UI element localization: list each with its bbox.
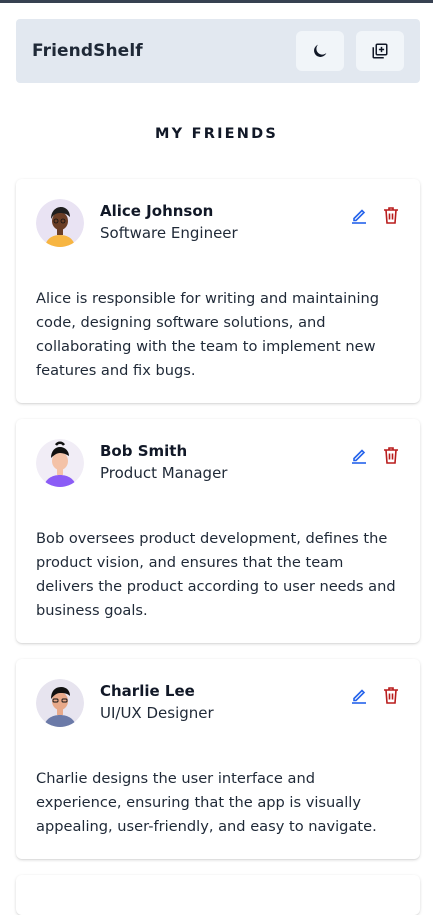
avatar (36, 199, 84, 247)
friend-name: Bob Smith (100, 442, 188, 460)
friend-card-header: Alice Johnson Software Engineer (36, 199, 400, 249)
add-friend-button[interactable] (356, 31, 404, 71)
avatar (36, 439, 84, 487)
edit-button[interactable] (350, 445, 368, 465)
friend-description: Alice is responsible for writing and mai… (36, 290, 380, 379)
card-actions (350, 205, 400, 225)
friend-role: Software Engineer (100, 224, 238, 242)
trash-icon (384, 687, 398, 704)
moon-icon (314, 44, 327, 57)
friend-card: Charlie Lee UI/UX Designer Charlie desig… (16, 659, 420, 859)
brand-title: FriendShelf (32, 41, 143, 61)
card-actions (350, 445, 400, 465)
app-header: FriendShelf (16, 19, 420, 83)
section-title: MY FRIENDS (155, 126, 278, 142)
friend-card-header: Bob Smith Product Manager (36, 439, 400, 489)
friend-role: Product Manager (100, 464, 228, 482)
delete-button[interactable] (382, 445, 400, 465)
friend-card: Alice Johnson Software Engineer Alice is… (16, 179, 420, 403)
friend-description: Bob oversees product development, define… (36, 530, 396, 619)
friend-name: Charlie Lee (100, 682, 195, 700)
delete-button[interactable] (382, 205, 400, 225)
pencil-icon (352, 689, 366, 704)
pencil-icon (352, 449, 366, 464)
card-actions (350, 685, 400, 705)
delete-button[interactable] (382, 685, 400, 705)
friend-card-header: Charlie Lee UI/UX Designer (36, 679, 400, 729)
friend-role: UI/UX Designer (100, 704, 214, 722)
add-square-icon (372, 43, 388, 59)
avatar (36, 679, 84, 727)
friend-description: Charlie designs the user interface and e… (36, 770, 377, 835)
header-actions (296, 31, 404, 71)
edit-button[interactable] (350, 205, 368, 225)
pencil-icon (352, 209, 366, 224)
friend-name: Alice Johnson (100, 202, 214, 220)
theme-toggle-button[interactable] (296, 31, 344, 71)
edit-button[interactable] (350, 685, 368, 705)
friend-card (16, 875, 420, 915)
trash-icon (384, 447, 398, 464)
top-strip (0, 0, 433, 3)
trash-icon (384, 207, 398, 224)
friend-card: Bob Smith Product Manager Bob oversees p… (16, 419, 420, 643)
